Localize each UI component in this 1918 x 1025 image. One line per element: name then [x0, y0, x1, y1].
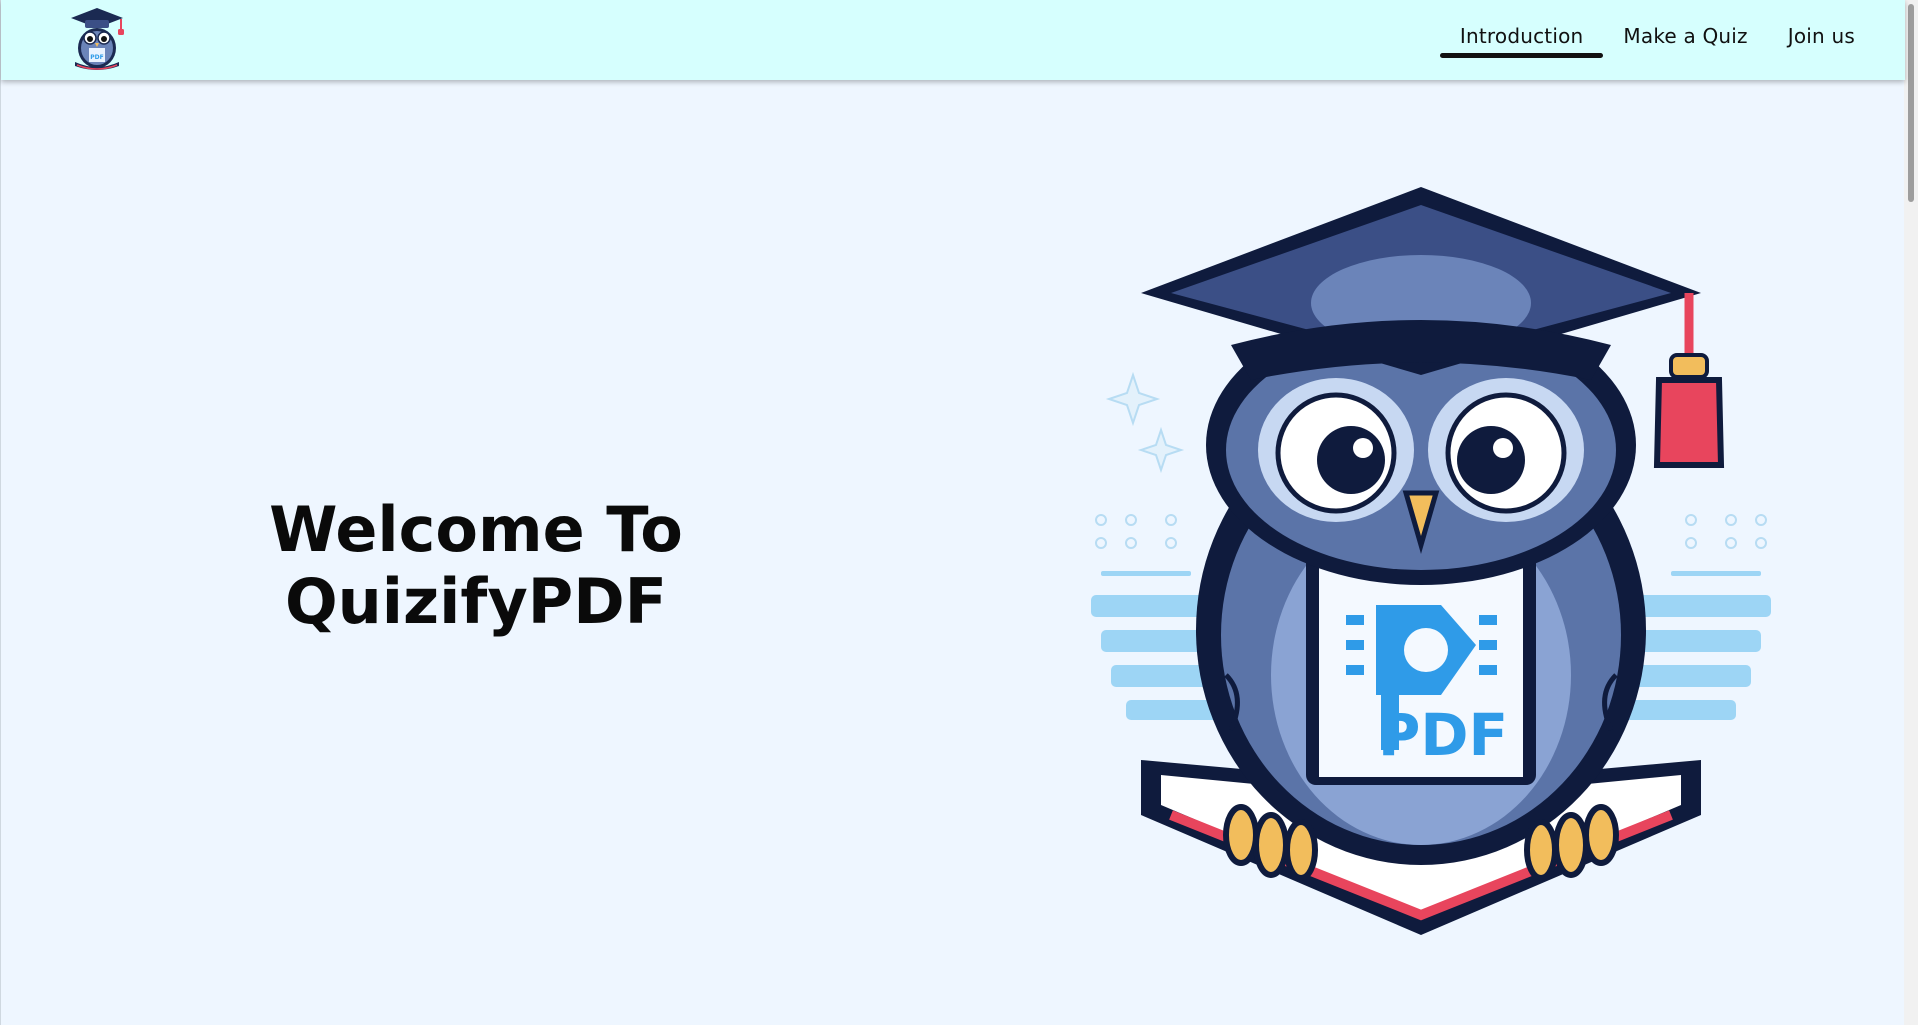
top-navbar: PDF Introduction Make a Quiz Join us [1, 0, 1905, 80]
scrollbar-thumb[interactable] [1908, 4, 1914, 202]
hero-title: Welcome To QuizifyPDF [231, 494, 721, 638]
svg-text:PDF: PDF [90, 54, 103, 61]
owl-logo-icon[interactable]: PDF [67, 4, 127, 72]
svg-text:PDF: PDF [1378, 701, 1508, 769]
nav-link-make-a-quiz[interactable]: Make a Quiz [1603, 0, 1767, 80]
hero-title-line-2: QuizifyPDF [284, 565, 668, 638]
nav-link-join-us[interactable]: Join us [1768, 0, 1875, 80]
nav-link-introduction[interactable]: Introduction [1439, 0, 1604, 80]
hero-title-line-1: Welcome To [269, 493, 683, 566]
page: PDF Introduction Make a Quiz Join us Wel… [0, 0, 1918, 1025]
page-scrollbar[interactable] [1904, 0, 1918, 1025]
main-nav: Introduction Make a Quiz Join us [1439, 0, 1875, 80]
owl-reading-pdf-illustration: PDF [1091, 187, 1771, 935]
